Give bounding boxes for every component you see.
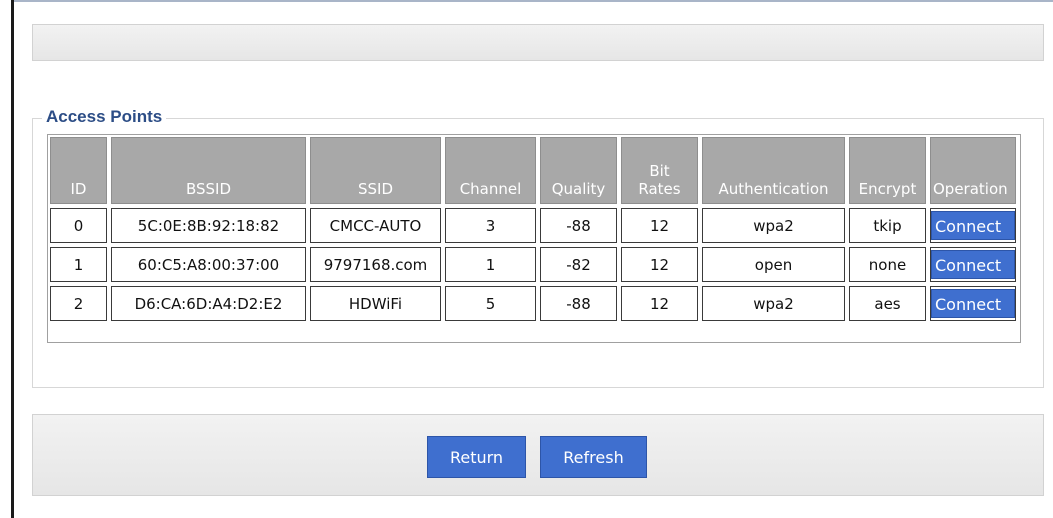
- cell-ssid: HDWiFi: [310, 286, 441, 321]
- cell-channel: 5: [445, 286, 536, 321]
- table-row: 0 5C:0E:8B:92:18:82 CMCC-AUTO 3 -88 12 w…: [50, 208, 1016, 243]
- table-row: 2 D6:CA:6D:A4:D2:E2 HDWiFi 5 -88 12 wpa2…: [50, 286, 1016, 321]
- cell-bit-rates: 12: [621, 247, 698, 282]
- column-header-authentication: Authentication: [702, 137, 845, 204]
- top-toolbar-bar: [32, 24, 1044, 61]
- page-left-border: [11, 0, 14, 518]
- cell-id: 0: [50, 208, 107, 243]
- access-points-legend: Access Points: [42, 107, 167, 127]
- column-header-id: ID: [50, 137, 107, 204]
- cell-id: 1: [50, 247, 107, 282]
- column-header-encrypt: Encrypt: [849, 137, 926, 204]
- column-header-operation: Operation: [930, 137, 1016, 204]
- cell-bssid: 60:C5:A8:00:37:00: [111, 247, 306, 282]
- page-top-border: [14, 0, 1053, 2]
- table-header-row: ID BSSID SSID Channel Quality Bit Rates …: [50, 137, 1016, 204]
- cell-bssid: 5C:0E:8B:92:18:82: [111, 208, 306, 243]
- column-header-ssid: SSID: [310, 137, 441, 204]
- cell-operation: Connect: [930, 208, 1016, 243]
- column-header-channel: Channel: [445, 137, 536, 204]
- cell-encrypt: aes: [849, 286, 926, 321]
- column-header-quality: Quality: [540, 137, 617, 204]
- cell-operation: Connect: [930, 286, 1016, 321]
- cell-operation: Connect: [930, 247, 1016, 282]
- cell-quality: -88: [540, 286, 617, 321]
- column-header-bit-rates: Bit Rates: [621, 137, 698, 204]
- cell-bssid: D6:CA:6D:A4:D2:E2: [111, 286, 306, 321]
- cell-channel: 3: [445, 208, 536, 243]
- connect-button[interactable]: Connect: [931, 289, 1015, 318]
- refresh-button[interactable]: Refresh: [540, 436, 647, 478]
- connect-button[interactable]: Connect: [931, 250, 1015, 279]
- cell-bit-rates: 12: [621, 208, 698, 243]
- cell-quality: -88: [540, 208, 617, 243]
- access-points-table-container[interactable]: ID BSSID SSID Channel Quality Bit Rates …: [47, 134, 1021, 343]
- cell-ssid: CMCC-AUTO: [310, 208, 441, 243]
- column-header-bssid: BSSID: [111, 137, 306, 204]
- bottom-button-bar: [32, 414, 1044, 496]
- cell-bit-rates: 12: [621, 286, 698, 321]
- connect-button[interactable]: Connect: [931, 211, 1015, 240]
- cell-authentication: wpa2: [702, 208, 845, 243]
- cell-encrypt: tkip: [849, 208, 926, 243]
- cell-encrypt: none: [849, 247, 926, 282]
- cell-channel: 1: [445, 247, 536, 282]
- cell-id: 2: [50, 286, 107, 321]
- cell-authentication: wpa2: [702, 286, 845, 321]
- cell-quality: -82: [540, 247, 617, 282]
- access-points-table: ID BSSID SSID Channel Quality Bit Rates …: [48, 135, 1020, 325]
- table-row: 1 60:C5:A8:00:37:00 9797168.com 1 -82 12…: [50, 247, 1016, 282]
- return-button[interactable]: Return: [427, 436, 526, 478]
- cell-ssid: 9797168.com: [310, 247, 441, 282]
- cell-authentication: open: [702, 247, 845, 282]
